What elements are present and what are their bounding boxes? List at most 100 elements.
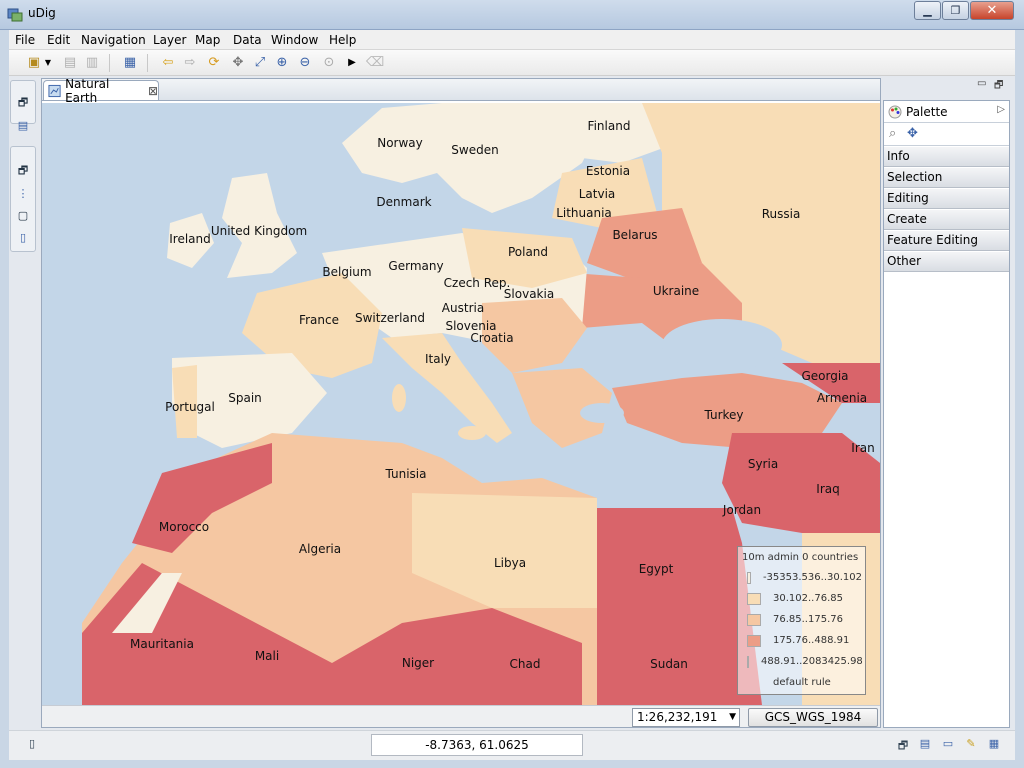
refresh-icon[interactable]: ⟳ — [205, 53, 223, 71]
country-label: Portugal — [165, 400, 215, 414]
country-label: Libya — [493, 556, 527, 570]
country-label: Mauritania — [130, 637, 194, 651]
menu-file[interactable]: File — [15, 33, 35, 47]
scale-select[interactable]: 1:26,232,191 ▼ — [632, 708, 740, 727]
coordinates-readout: -8.7363, 61.0625 — [371, 734, 583, 756]
land-sardinia — [392, 384, 406, 412]
country-label: Czech Rep. — [443, 276, 511, 290]
tools-icon[interactable]: ✥ — [229, 53, 247, 71]
restore-view-icon[interactable]: 🗗 — [13, 94, 33, 112]
table-icon[interactable]: ▦ — [985, 737, 1003, 753]
menu-help[interactable]: Help — [329, 33, 356, 47]
country-label: Sweden — [451, 143, 499, 157]
menu-data[interactable]: Data — [233, 33, 262, 47]
country-label: Estonia — [585, 164, 631, 178]
country-label: Lithuania — [556, 206, 612, 220]
legend-item: 175.76..488.91 — [741, 630, 862, 651]
maximize-view-icon[interactable]: 🗗 — [994, 78, 1003, 95]
legend-label: 76.85..175.76 — [773, 614, 843, 625]
map-canvas[interactable]: Finland Norway Sweden Estonia Latvia Lit… — [42, 103, 880, 705]
drawer-selection[interactable]: Selection — [884, 168, 1009, 188]
legend-swatch — [747, 613, 761, 626]
pencil-icon[interactable]: ✎ — [962, 737, 980, 753]
editor-tab-strip — [42, 79, 880, 101]
tab-natural-earth[interactable]: Natural Earth ⊠ — [43, 77, 159, 105]
country-label: Croatia — [470, 331, 514, 345]
save-all-icon[interactable]: ▥ — [83, 53, 101, 71]
legend-label: 30.102..76.85 — [773, 593, 843, 604]
zoom-in-icon[interactable]: ⊕ — [273, 53, 291, 71]
country-label: Tunisia — [385, 467, 427, 481]
zoom-tool-icon[interactable]: ⌕ — [889, 126, 896, 141]
tab-close-icon[interactable]: ⊠ — [148, 84, 158, 98]
drawer-info[interactable]: Info — [884, 147, 1009, 167]
close-button[interactable]: ✕ — [970, 1, 1014, 20]
zoom-out-icon[interactable]: ⊖ — [296, 53, 314, 71]
eraser-icon[interactable]: ⌫ — [366, 53, 384, 71]
country-label: Austria — [441, 301, 485, 315]
country-label: Turkey — [704, 408, 744, 422]
menu-window[interactable]: Window — [271, 33, 318, 47]
country-label: Ukraine — [652, 284, 700, 298]
land-sicily — [458, 426, 486, 440]
layers-view-icon[interactable]: ▤ — [13, 116, 33, 134]
menu-map[interactable]: Map — [195, 33, 220, 47]
new-dropdown-icon[interactable]: ▼ — [43, 53, 53, 71]
black-sea — [662, 319, 782, 371]
palette-collapse-icon[interactable]: ▷ — [997, 104, 1005, 115]
back-arrow-icon[interactable]: ⇦ — [159, 53, 177, 71]
play-icon[interactable]: ▶ — [343, 53, 361, 71]
zoom-extent-icon[interactable]: ⤢ — [251, 53, 269, 71]
properties-icon[interactable]: ▦ — [121, 53, 139, 71]
legend-label: default rule — [773, 677, 831, 688]
country-label: Denmark — [376, 195, 432, 209]
palette-icon — [888, 105, 902, 118]
layers-icon[interactable]: ▤ — [916, 737, 934, 753]
country-label: Latvia — [578, 187, 616, 201]
legend-item: 488.91..2083425.98 — [741, 651, 863, 672]
country-label: Niger — [401, 656, 435, 670]
crs-button[interactable]: GCS_WGS_1984 — [748, 708, 878, 727]
save-icon[interactable]: ▤ — [61, 53, 79, 71]
forward-arrow-icon[interactable]: ⇨ — [181, 53, 199, 71]
palette-header: Palette ▷ — [884, 101, 1009, 123]
title-bar: uDig ▁ ❐ ✕ — [0, 0, 1024, 30]
maximize-button[interactable]: ❐ — [942, 1, 969, 20]
country-label: Egypt — [638, 562, 674, 576]
tab-label: Natural Earth — [65, 76, 110, 105]
country-label: Sudan — [650, 657, 688, 671]
drawer-feature-editing[interactable]: Feature Editing — [884, 231, 1009, 251]
minimize-button[interactable]: ▁ — [914, 1, 941, 20]
drawer-other[interactable]: Other — [884, 252, 1009, 272]
legend-swatch — [747, 571, 751, 584]
new-view-icon[interactable]: ▯ — [23, 737, 41, 753]
main-toolbar: ▣ ▼ ▤ ▥ ▦ ⇦ ⇨ ⟳ ✥ ⤢ ⊕ ⊖ ⊙ ▶ ⌫ — [9, 50, 1015, 76]
chevron-down-icon[interactable]: ▼ — [729, 712, 736, 722]
window-title: uDig — [28, 6, 56, 20]
drawer-editing[interactable]: Editing — [884, 189, 1009, 209]
menu-layer[interactable]: Layer — [153, 33, 186, 47]
overview-icon[interactable]: ▢ — [13, 206, 33, 224]
country-label: Germany — [388, 259, 444, 273]
legend-label: -35353.536..30.102 — [762, 572, 862, 583]
zoom-selection-icon[interactable]: ⊙ — [320, 53, 338, 71]
menu-edit[interactable]: Edit — [47, 33, 70, 47]
restore-view-icon-2[interactable]: 🗗 — [13, 162, 33, 180]
drawer-create[interactable]: Create — [884, 210, 1009, 230]
country-label: United Kingdom — [210, 224, 308, 238]
window-icon[interactable]: ▭ — [939, 737, 957, 753]
outline-view-icon[interactable]: ⋮ — [13, 184, 33, 202]
country-label: Syria — [747, 457, 779, 471]
catalog-view-icon[interactable]: ▯ — [13, 228, 33, 246]
new-icon[interactable]: ▣ — [25, 53, 43, 71]
map-icon — [48, 84, 61, 97]
map-status-bar: 1:26,232,191 ▼ GCS_WGS_1984 — [42, 705, 880, 727]
country-label: Iran — [851, 441, 875, 455]
pan-tool-icon[interactable]: ✥ — [907, 126, 918, 141]
map-editor: Natural Earth ⊠ Finland Norway Sweden Es… — [41, 77, 881, 728]
restore-icon[interactable]: 🗗 — [894, 737, 912, 753]
menu-navigation[interactable]: Navigation — [81, 33, 146, 47]
legend-label: 175.76..488.91 — [773, 635, 850, 646]
minimize-view-icon[interactable]: ▭ — [977, 78, 986, 89]
legend-title: 10m admin 0 countries — [742, 552, 859, 563]
